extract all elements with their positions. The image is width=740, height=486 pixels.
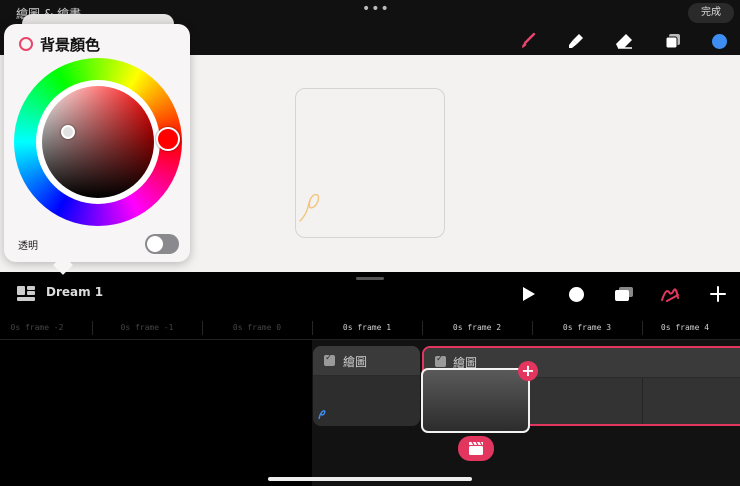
layer-visibility-checkbox[interactable]	[435, 354, 446, 367]
frame-label: 0s frame 0	[232, 323, 282, 332]
add-frame-button[interactable]: +	[518, 361, 538, 381]
layers-icon[interactable]	[662, 30, 684, 52]
transparent-toggle[interactable]	[145, 234, 179, 254]
frame-label: 0s frame -1	[120, 323, 174, 332]
toggle-knob	[147, 236, 163, 252]
popover-title: 背景顏色	[40, 36, 101, 54]
more-options-icon[interactable]: •••	[362, 1, 390, 17]
clapperboard-button[interactable]	[458, 436, 494, 461]
layer-card[interactable]: 繪圖	[313, 346, 420, 426]
saturation-knob[interactable]	[61, 125, 75, 139]
frame-ruler[interactable]: 0s frame -2 0s frame -1 0s frame 0 0s fr…	[0, 318, 740, 340]
onion-skin-icon[interactable]	[614, 284, 634, 304]
pencil-stroke-thumbnail	[318, 410, 326, 420]
background-color-popover: 背景顏色 透明	[4, 24, 190, 262]
hue-knob[interactable]	[156, 127, 180, 151]
play-icon[interactable]	[518, 284, 538, 304]
artboard[interactable]	[295, 88, 445, 238]
frame-label: 0s frame -2	[10, 323, 64, 332]
clapperboard-icon	[469, 441, 483, 455]
home-indicator[interactable]	[268, 477, 472, 481]
frame-label: 0s frame 3	[562, 323, 612, 332]
selected-frame-cell[interactable]	[421, 368, 530, 433]
color-ring-icon	[19, 37, 33, 51]
hue-wheel[interactable]	[14, 58, 182, 226]
done-button[interactable]: 完成	[688, 3, 734, 23]
layer-visibility-checkbox[interactable]	[324, 353, 335, 366]
saturation-brightness-area[interactable]	[42, 86, 154, 198]
smudge-icon[interactable]	[565, 30, 587, 52]
draw-mode-icon[interactable]	[660, 284, 680, 304]
brush-icon[interactable]	[517, 30, 539, 52]
eraser-icon[interactable]	[613, 30, 635, 52]
layer-label: 繪圖	[343, 355, 368, 369]
pencil-stroke-drawing	[299, 193, 320, 222]
frame-label: 0s frame 4	[660, 323, 710, 332]
record-icon[interactable]	[566, 284, 586, 304]
scene-name[interactable]: Dream 1	[46, 285, 103, 299]
frame-label: 0s frame 2	[452, 323, 502, 332]
color-swatch[interactable]	[708, 30, 730, 52]
scene-grid-icon[interactable]	[17, 286, 35, 301]
transparent-label: 透明	[18, 241, 38, 252]
add-icon[interactable]	[708, 284, 728, 304]
frame-label: 0s frame 1	[342, 323, 392, 332]
panel-resize-handle[interactable]	[356, 277, 384, 280]
